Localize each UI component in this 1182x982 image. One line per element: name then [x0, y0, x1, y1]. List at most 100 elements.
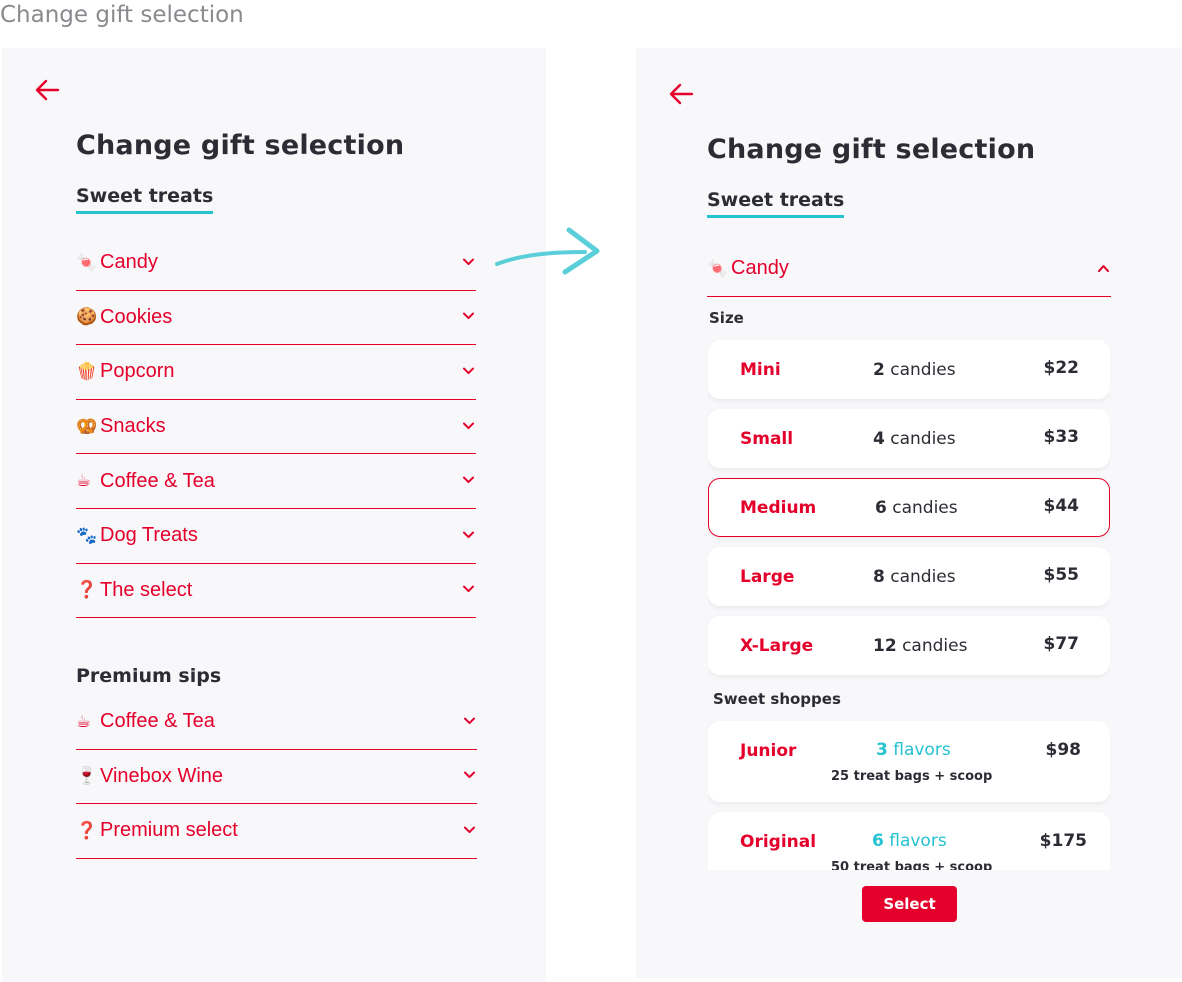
option-count: 4 — [873, 429, 885, 449]
option-quantity: 6 candies — [875, 498, 958, 518]
option-quantity: 4 candies — [873, 429, 956, 449]
mystery-box-icon: ❓ — [76, 820, 98, 841]
category-cookies[interactable]: 🍪 Cookies — [76, 291, 476, 346]
candy-icon: 🍬 — [707, 258, 729, 279]
category-coffee-tea[interactable]: ☕ Coffee & Tea — [76, 695, 477, 750]
category-premium-select[interactable]: ❓ Premium select — [76, 804, 477, 859]
chevron-down-icon[interactable] — [463, 258, 474, 267]
open-category: 🍬 Candy — [707, 242, 1111, 297]
coffee-cup-icon: ☕ — [76, 471, 92, 492]
category-popcorn[interactable]: 🍿 Popcorn — [76, 345, 476, 400]
option-name: Large — [740, 567, 795, 587]
size-option-card[interactable]: Medium 6 candies $44 — [708, 478, 1110, 537]
category-candy[interactable]: 🍬 Candy — [76, 236, 476, 291]
option-name: Medium — [740, 498, 817, 518]
option-price: $175 — [1039, 831, 1087, 851]
size-option-card[interactable]: Small 4 candies $33 — [708, 409, 1110, 468]
option-name: Junior — [740, 741, 797, 761]
screen-title: Change gift selection — [707, 134, 1036, 165]
category-candy-expanded[interactable]: 🍬 Candy — [707, 242, 1111, 297]
options-scroll-area[interactable]: Mini 2 candies $22 Small 4 candies $33 Medium 6… — [708, 340, 1110, 870]
category-label: Cookies — [100, 305, 173, 328]
size-option-card[interactable]: X-Large 12 candies $77 — [708, 616, 1110, 675]
category-vinebox-wine[interactable]: 🍷 Vinebox Wine — [76, 750, 477, 805]
sweet-treats-category-list: 🍬 Candy 🍪 Cookies 🍿 Popcorn 🥨 Snacks ☕ Coffee & T… — [76, 236, 476, 619]
option-name: Small — [740, 429, 794, 449]
option-count: 6 — [875, 498, 887, 518]
mystery-box-icon: ❓ — [76, 580, 98, 601]
chevron-down-icon[interactable] — [464, 826, 475, 835]
transition-arrow-icon — [493, 226, 603, 280]
category-the-select[interactable]: ❓ The select — [76, 564, 476, 619]
select-button[interactable]: Select — [862, 886, 957, 922]
category-label: Dog Treats — [100, 524, 198, 547]
option-name: Original — [740, 832, 817, 852]
coffee-cup-icon: ☕ — [76, 711, 92, 732]
option-count: 3 — [876, 740, 888, 760]
sweet-shoppes-label: Sweet shoppes — [713, 690, 841, 708]
tab-sweet-treats[interactable]: Sweet treats — [76, 185, 214, 214]
category-label: Coffee & Tea — [100, 710, 215, 733]
category-label: Popcorn — [100, 360, 175, 383]
category-dog-treats[interactable]: 🐾 Dog Treats — [76, 509, 476, 564]
option-price: $77 — [1043, 634, 1080, 654]
category-coffee-tea[interactable]: ☕ Coffee & Tea — [76, 454, 476, 509]
shoppe-option-card[interactable]: Original 6 flavors $175 50 treat bags + sco… — [708, 812, 1110, 870]
option-detail: 50 treat bags + scoop — [831, 860, 993, 870]
pretzel-icon: 🥨 — [76, 416, 98, 437]
category-label: Coffee & Tea — [100, 469, 215, 492]
option-unit: candies — [892, 498, 958, 518]
back-arrow-icon[interactable] — [34, 78, 60, 107]
option-count: 6 — [872, 831, 884, 851]
paw-icon: 🐾 — [76, 525, 98, 546]
chevron-down-icon[interactable] — [463, 585, 474, 594]
cookie-icon: 🍪 — [76, 307, 98, 328]
size-option-card[interactable]: Mini 2 candies $22 — [708, 340, 1110, 399]
category-label: Snacks — [100, 415, 166, 438]
category-label: Candy — [100, 251, 158, 274]
category-label: Vinebox Wine — [100, 764, 224, 787]
back-arrow-icon[interactable] — [668, 82, 694, 111]
option-count: 12 — [873, 636, 897, 656]
option-unit: candies — [902, 636, 968, 656]
option-quantity: 3 flavors — [876, 740, 951, 760]
size-option-card[interactable]: Large 8 candies $55 — [708, 547, 1110, 606]
option-detail: 25 treat bags + scoop — [831, 769, 993, 784]
category-snacks[interactable]: 🥨 Snacks — [76, 400, 476, 455]
premium-sips-category-list: ☕ Coffee & Tea 🍷 Vinebox Wine ❓ Premium selec… — [76, 695, 477, 859]
chevron-down-icon[interactable] — [464, 771, 475, 780]
section-premium-sips: Premium sips — [76, 665, 222, 687]
category-label: Premium select — [100, 819, 238, 842]
popcorn-icon: 🍿 — [76, 361, 98, 382]
option-price: $22 — [1043, 358, 1080, 378]
option-quantity: 2 candies — [873, 360, 956, 380]
option-unit: flavors — [889, 831, 947, 851]
option-quantity: 8 candies — [873, 567, 956, 587]
chevron-down-icon[interactable] — [463, 422, 474, 431]
chevron-down-icon[interactable] — [463, 312, 474, 321]
option-quantity: 6 flavors — [872, 831, 947, 851]
chevron-up-icon[interactable] — [1098, 264, 1109, 273]
option-unit: candies — [890, 567, 956, 587]
option-unit: candies — [890, 360, 956, 380]
tab-sweet-treats[interactable]: Sweet treats — [707, 189, 845, 218]
option-name: X-Large — [740, 636, 814, 656]
option-count: 8 — [873, 567, 885, 587]
page-caption: Change gift selection — [0, 2, 244, 28]
option-price: $44 — [1043, 496, 1080, 516]
screen-title: Change gift selection — [76, 130, 405, 161]
candy-icon: 🍬 — [76, 252, 98, 273]
option-unit: candies — [890, 429, 956, 449]
option-price: $98 — [1045, 740, 1082, 760]
chevron-down-icon[interactable] — [463, 531, 474, 540]
option-count: 2 — [873, 360, 885, 380]
shoppe-option-card[interactable]: Junior 3 flavors $98 25 treat bags + scoop — [708, 721, 1110, 802]
wine-glass-icon: 🍷 — [76, 766, 98, 787]
option-unit: flavors — [893, 740, 951, 760]
category-label: The select — [100, 578, 193, 601]
chevron-down-icon[interactable] — [463, 476, 474, 485]
category-label: Candy — [731, 257, 789, 280]
option-quantity: 12 candies — [873, 636, 967, 656]
chevron-down-icon[interactable] — [464, 717, 475, 726]
chevron-down-icon[interactable] — [463, 367, 474, 376]
